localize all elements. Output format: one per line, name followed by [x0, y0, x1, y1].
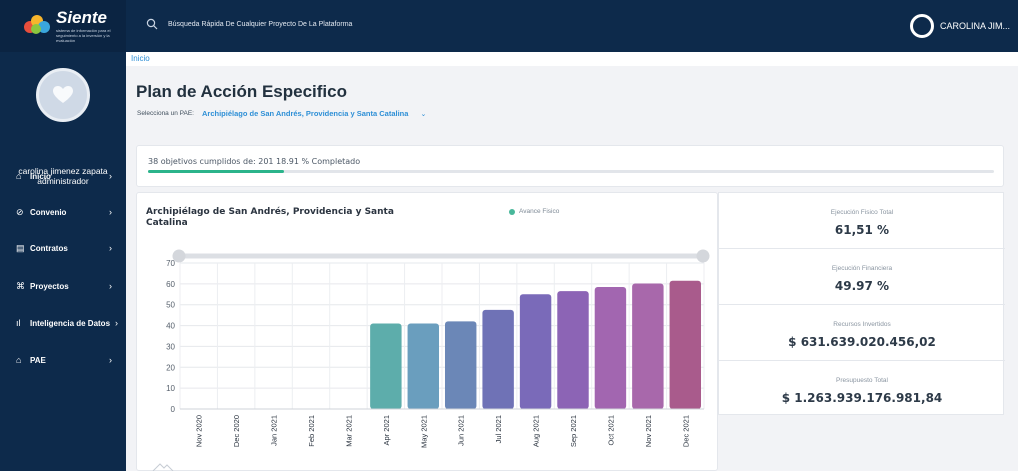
user-name[interactable]: CAROLINA JIM... [940, 21, 1010, 31]
sidebar-item-label: Proyectos [30, 281, 69, 291]
link-icon: ⊘ [16, 206, 24, 217]
chevron-down-icon[interactable]: ⌄ [420, 110, 426, 118]
avatar[interactable] [909, 14, 934, 38]
sidebar-avatar[interactable] [36, 68, 90, 122]
stat-recursos-invertidos: Recursos Invertidos $ 631.639.020.456,02 [719, 305, 1005, 361]
pae-label: Selecciona un PAE: [137, 110, 194, 117]
x-tick-label: Apr 2021 [382, 415, 391, 445]
command-icon: ⌘ [16, 280, 25, 291]
breadcrumb: Inicio [126, 52, 1018, 66]
progress-text: 38 objetivos cumplidos de: 201 18.91 % C… [148, 157, 361, 166]
progress-card: 38 objetivos cumplidos de: 201 18.91 % C… [136, 145, 1004, 187]
x-tick-label: Jul 2021 [494, 415, 503, 443]
progress-track [148, 170, 994, 173]
y-tick-label: 70 [166, 259, 175, 268]
chevron-right-icon: › [109, 355, 112, 365]
heart-icon [53, 86, 73, 103]
search-input[interactable]: Búsqueda Rápida De Cualquier Proyecto De… [168, 21, 352, 28]
sidebar-item-label: Inteligencia de Datos [30, 318, 111, 328]
x-tick-label: May 2021 [419, 415, 428, 448]
y-tick-label: 0 [171, 405, 176, 414]
search-icon [146, 18, 158, 30]
range-slider-handle-right[interactable] [696, 249, 710, 263]
chart-card: Archipiélago de San Andrés, Providencia … [136, 192, 718, 471]
x-tick-label: Jun 2021 [457, 415, 466, 446]
progress-fill [148, 170, 284, 173]
sidebar-item-convenio[interactable]: ⊘ Convenio › [0, 202, 126, 222]
chevron-right-icon: › [109, 243, 112, 253]
stat-value: 61,51 % [834, 223, 890, 237]
bar [407, 323, 440, 409]
sidebar-item-contratos[interactable]: ▤ Contratos › [0, 238, 126, 258]
sidebar-item-inteligencia-de-datos[interactable]: ıl Inteligencia de Datos › [0, 313, 126, 333]
x-tick-label: Mar 2021 [344, 415, 353, 447]
home-icon: ⌂ [16, 355, 22, 365]
stat-presupuesto-total: Presupuesto Total $ 1.263.939.176.981,84 [719, 361, 1005, 417]
pae-selector: Selecciona un PAE: Archipiélago de San A… [137, 109, 426, 118]
mountain-icon [152, 463, 174, 471]
breadcrumb-inicio[interactable]: Inicio [131, 54, 150, 63]
bar-chart: 0 10 20 30 40 50 60 70 Nov 2020 Dec 2020 Jan 2021 F… [166, 249, 710, 448]
chevron-right-icon: › [109, 281, 112, 291]
x-tick-label: Aug 2021 [532, 415, 541, 447]
y-tick-label: 40 [166, 322, 175, 331]
bar [594, 286, 627, 409]
bar [632, 283, 664, 409]
sidebar: carolina jimenez zapata administrador ⌂ … [0, 52, 126, 471]
user-menu[interactable]: CAROLINA JIM... [909, 14, 1010, 38]
brand-tagline: sistema de información para el seguimien… [56, 27, 111, 43]
sidebar-item-label: PAE [30, 355, 46, 365]
stat-value: $ 1.263.939.176.981,84 [781, 391, 943, 405]
bar [444, 321, 477, 409]
stat-label: Ejecución Financiera [831, 265, 893, 272]
x-tick-label: Oct 2021 [606, 415, 615, 445]
y-tick-label: 50 [166, 301, 175, 310]
top-bar: Siente sistema de información para el se… [0, 0, 1018, 52]
pae-dropdown[interactable]: Archipiélago de San Andrés, Providencia … [202, 109, 408, 118]
stat-label: Recursos Invertidos [833, 321, 891, 328]
x-tick-label: Nov 2020 [195, 415, 204, 447]
y-tick-label: 30 [166, 342, 175, 351]
chevron-right-icon: › [109, 171, 112, 181]
bar [370, 323, 402, 409]
sidebar-item-proyectos[interactable]: ⌘ Proyectos › [0, 276, 126, 296]
page-title: Plan de Acción Especifico [136, 82, 347, 101]
x-tick-label: Dec 2020 [232, 415, 241, 447]
x-tick-label: Nov 2021 [644, 415, 653, 447]
bar [482, 309, 514, 409]
y-tick-label: 10 [166, 384, 175, 393]
chevron-right-icon: › [115, 318, 118, 328]
x-tick-label: Dec 2021 [681, 415, 690, 447]
bar [519, 294, 552, 409]
stats-panel: Ejecución Fisico Total 61,51 % Ejecución… [718, 192, 1005, 417]
stat-value: $ 631.639.020.456,02 [788, 335, 936, 349]
stat-label: Presupuesto Total [836, 377, 888, 384]
sidebar-item-label: Contratos [30, 243, 68, 253]
chevron-right-icon: › [109, 207, 112, 217]
x-tick-label: Feb 2021 [307, 415, 316, 447]
bar [669, 280, 702, 409]
sidebar-item-label: Inicio [30, 171, 51, 181]
stat-ejecucion-financiera: Ejecución Financiera 49.97 % [719, 249, 1005, 305]
x-tick-label: Sep 2021 [569, 415, 578, 447]
y-tick-label: 60 [166, 280, 175, 289]
sidebar-item-inicio[interactable]: ⌂ Inicio › [0, 166, 126, 186]
bar-chart-icon: ıl [16, 318, 21, 328]
home-icon: ⌂ [16, 171, 22, 181]
logo-icon [24, 15, 50, 37]
sidebar-item-pae[interactable]: ⌂ PAE › [0, 350, 126, 370]
brand-name: Siente [56, 7, 108, 27]
y-tick-label: 20 [166, 363, 175, 372]
stat-ejecucion-fisico: Ejecución Fisico Total 61,51 % [719, 193, 1005, 249]
sidebar-item-label: Convenio [30, 207, 67, 217]
brand-logo[interactable]: Siente sistema de información para el se… [0, 0, 126, 52]
document-icon: ▤ [16, 242, 25, 253]
search-bar[interactable]: Búsqueda Rápida De Cualquier Proyecto De… [146, 18, 352, 30]
stat-label: Ejecución Fisico Total [830, 209, 894, 216]
stat-value: 49.97 % [834, 279, 890, 293]
bar [557, 291, 589, 409]
x-tick-label: Jan 2021 [270, 415, 279, 446]
